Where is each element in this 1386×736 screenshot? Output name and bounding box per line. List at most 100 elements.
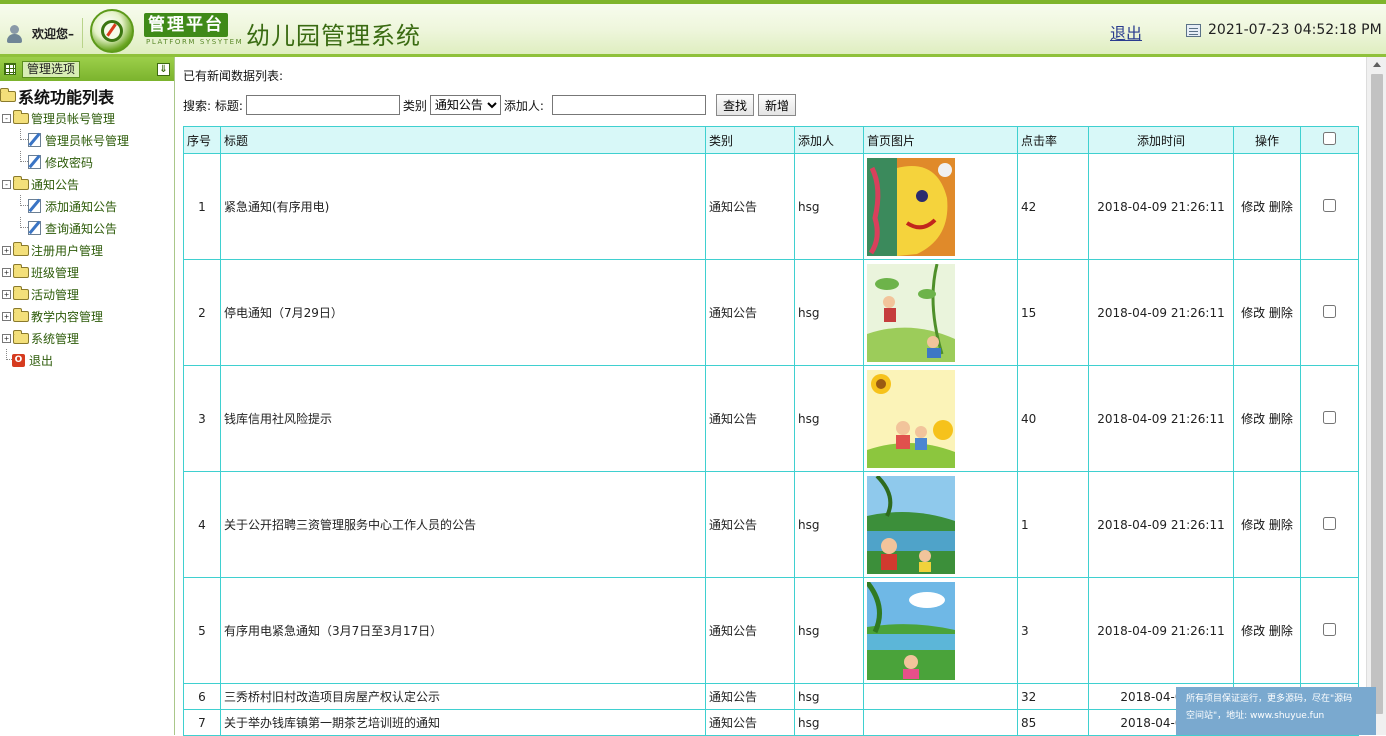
cell-no: 7 — [183, 709, 221, 736]
tree-node-label: 班级管理 — [31, 265, 80, 280]
table-row: 5 有序用电紧急通知（3月7日至3月17日） 通知公告 hsg 3 2018-0… — [183, 577, 1359, 684]
delete-link[interactable]: 删除 — [1269, 200, 1293, 214]
welcome-text: 欢迎您– — [32, 26, 75, 41]
tree-leaf-admin-account-mgmt[interactable]: 管理员帐号管理 — [0, 129, 174, 151]
col-header-select — [1300, 126, 1359, 154]
cell-category: 通知公告 — [705, 683, 795, 710]
vertical-scrollbar[interactable] — [1366, 57, 1386, 735]
cell-image — [863, 365, 1018, 472]
folder-icon — [13, 307, 29, 322]
add-button[interactable]: 新增 — [757, 94, 796, 116]
tree-leaf-label: 添加通知公告 — [45, 199, 118, 214]
cell-no: 1 — [183, 153, 221, 260]
cell-adder: hsg — [794, 153, 864, 260]
edit-link[interactable]: 修改 — [1241, 412, 1265, 426]
tree-node-teaching-content[interactable]: + 教学内容管理 — [0, 305, 174, 327]
row-checkbox[interactable] — [1323, 516, 1336, 530]
search-title-input[interactable] — [245, 95, 400, 115]
col-header-ops: 操作 — [1233, 126, 1301, 154]
tree-node-label: 系统管理 — [31, 331, 80, 346]
tree-node-classes[interactable]: + 班级管理 — [0, 261, 174, 283]
top-header: 欢迎您– 管理平台 PLATFORM SYSYTEM 幼儿园管理系统 退出 20… — [0, 0, 1386, 57]
collapse-minus-icon[interactable]: - — [2, 113, 11, 123]
expand-plus-icon[interactable]: + — [2, 245, 11, 255]
tree-leaf-label: 修改密码 — [45, 155, 94, 170]
scrollbar-thumb[interactable] — [1371, 74, 1383, 714]
folder-icon — [13, 241, 29, 256]
search-adder-label: 添加人: — [503, 98, 544, 113]
cell-clicks: 15 — [1017, 259, 1089, 366]
row-checkbox[interactable] — [1323, 410, 1336, 424]
row-checkbox[interactable] — [1323, 198, 1336, 212]
cell-adder: hsg — [794, 683, 864, 710]
news-thumbnail-image[interactable] — [867, 263, 955, 362]
expand-plus-icon[interactable]: + — [2, 289, 11, 299]
tree-exit[interactable]: O 退出 — [0, 349, 174, 371]
scroll-up-arrow-icon[interactable] — [1372, 62, 1381, 67]
row-checkbox[interactable] — [1323, 622, 1336, 636]
tree-node-system[interactable]: + 系统管理 — [0, 327, 174, 349]
logout-link[interactable]: 退出 — [1110, 20, 1142, 44]
platform-title: 管理平台 — [144, 13, 228, 37]
cell-no: 5 — [183, 577, 221, 684]
cell-title: 有序用电紧急通知（3月7日至3月17日） — [220, 577, 706, 684]
news-thumbnail-image[interactable] — [867, 157, 955, 256]
cell-no: 2 — [183, 259, 221, 366]
cell-category: 通知公告 — [705, 471, 795, 578]
edit-link[interactable]: 修改 — [1241, 518, 1265, 532]
edit-link[interactable]: 修改 — [1241, 306, 1265, 320]
cell-clicks: 3 — [1017, 577, 1089, 684]
sidebar-header: 管理选项 ⇓ — [0, 57, 174, 81]
collapse-sidebar-icon[interactable]: ⇓ — [157, 62, 170, 76]
tree-leaf-change-password[interactable]: 修改密码 — [0, 151, 174, 173]
tree-node-admin-accounts[interactable]: - 管理员帐号管理 — [0, 107, 174, 129]
expand-plus-icon[interactable]: + — [2, 311, 11, 321]
table-header-row: 序号 标题 类别 添加人 首页图片 点击率 添加时间 操作 — [183, 126, 1359, 154]
search-adder-input[interactable] — [551, 95, 706, 115]
cell-select — [1300, 365, 1359, 472]
news-thumbnail-image[interactable] — [867, 369, 955, 468]
col-header-image: 首页图片 — [863, 126, 1018, 154]
delete-link[interactable]: 删除 — [1269, 412, 1293, 426]
calendar-clock-icon — [1186, 23, 1201, 37]
delete-link[interactable]: 删除 — [1269, 306, 1293, 320]
category-select[interactable]: 通知公告 — [429, 95, 501, 115]
edit-link[interactable]: 修改 — [1241, 200, 1265, 214]
folder-open-icon — [0, 87, 16, 102]
collapse-minus-icon[interactable]: - — [2, 179, 11, 189]
delete-link[interactable]: 删除 — [1269, 518, 1293, 532]
folder-icon — [13, 329, 29, 344]
col-header-no: 序号 — [183, 126, 221, 154]
delete-link[interactable]: 删除 — [1269, 624, 1293, 638]
cell-adder: hsg — [794, 577, 864, 684]
news-thumbnail-image[interactable] — [867, 475, 955, 574]
power-exit-icon: O — [12, 353, 25, 367]
cell-category: 通知公告 — [705, 709, 795, 736]
edit-link[interactable]: 修改 — [1241, 624, 1265, 638]
expand-plus-icon[interactable]: + — [2, 333, 11, 343]
table-row: 2 停电通知（7月29日） 通知公告 hsg 15 2018-04-09 21:… — [183, 259, 1359, 366]
news-thumbnail-image[interactable] — [867, 581, 955, 680]
tree-node-activities[interactable]: + 活动管理 — [0, 283, 174, 305]
expand-plus-icon[interactable]: + — [2, 267, 11, 277]
welcome-area: 欢迎您– — [4, 18, 84, 48]
cell-image — [863, 259, 1018, 366]
search-button[interactable]: 查找 — [715, 94, 754, 116]
cell-clicks: 42 — [1017, 153, 1089, 260]
tree-node-label: 管理员帐号管理 — [31, 111, 116, 126]
cell-no: 4 — [183, 471, 221, 578]
cell-title: 三秀桥村旧村改造项目房屋产权认定公示 — [220, 683, 706, 710]
select-all-checkbox[interactable] — [1323, 132, 1336, 145]
tree-node-notices[interactable]: - 通知公告 — [0, 173, 174, 195]
col-header-adder: 添加人 — [794, 126, 864, 154]
tree-leaf-query-notice[interactable]: 查询通知公告 — [0, 217, 174, 239]
cell-image — [863, 577, 1018, 684]
cell-adder: hsg — [794, 365, 864, 472]
edit-page-icon — [28, 133, 41, 147]
row-checkbox[interactable] — [1323, 304, 1336, 318]
cell-category: 通知公告 — [705, 577, 795, 684]
cell-category: 通知公告 — [705, 153, 795, 260]
cell-no: 6 — [183, 683, 221, 710]
tree-leaf-add-notice[interactable]: 添加通知公告 — [0, 195, 174, 217]
tree-node-registered-users[interactable]: + 注册用户管理 — [0, 239, 174, 261]
